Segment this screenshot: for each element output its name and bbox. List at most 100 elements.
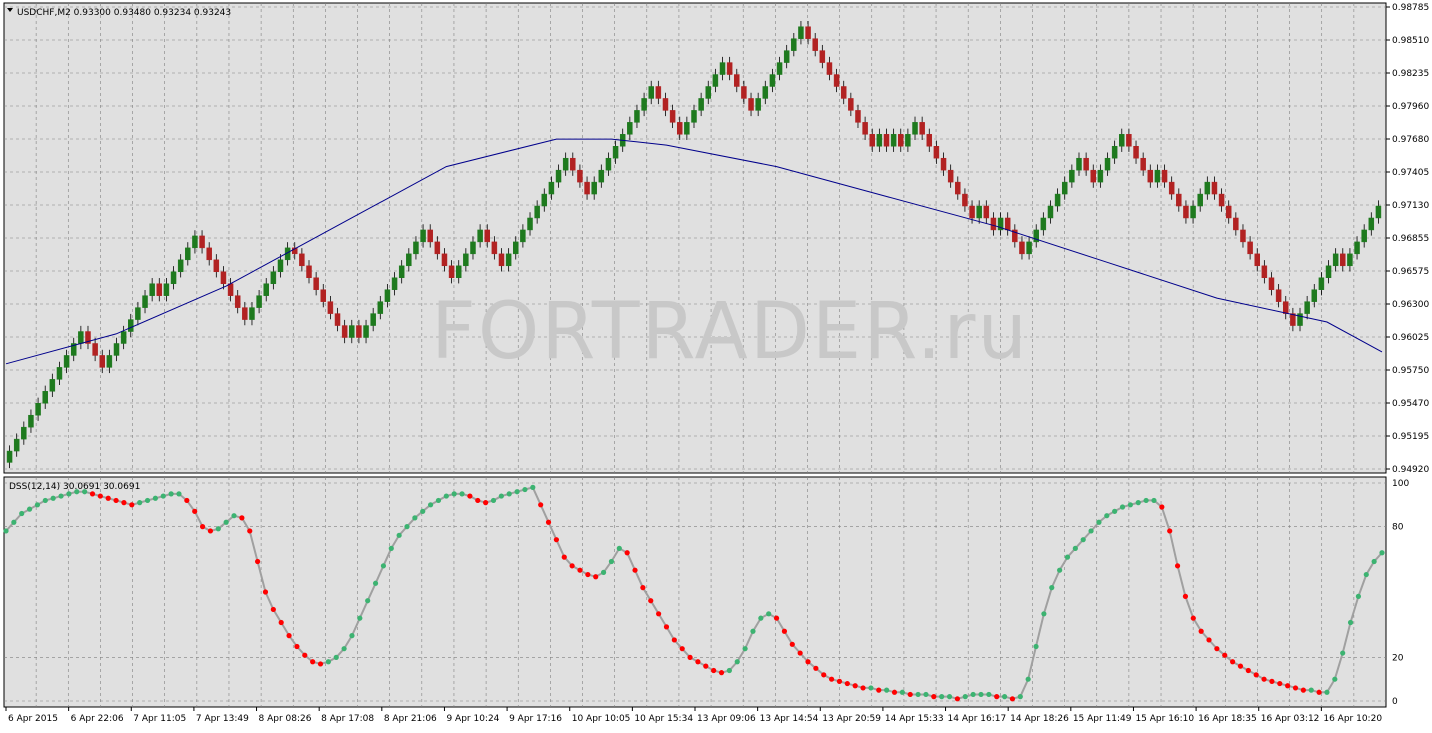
dss-dot-up xyxy=(168,491,174,497)
dss-dot-up xyxy=(962,694,968,700)
candle-up xyxy=(555,169,562,183)
candle-up xyxy=(6,450,13,463)
candle-down xyxy=(1019,241,1025,255)
time-tick-label: 7 Apr 11:05 xyxy=(133,714,186,724)
candle-down xyxy=(1133,146,1139,159)
candle-down xyxy=(741,86,747,99)
candle-down xyxy=(570,157,576,171)
dss-dot-up xyxy=(522,486,528,493)
dss-dot-up xyxy=(490,497,497,504)
candle-up xyxy=(684,122,690,135)
dss-dot-down xyxy=(1230,659,1236,665)
candle-down xyxy=(805,26,811,39)
candle-down xyxy=(1218,193,1225,207)
candle-down xyxy=(983,205,990,219)
dss-dot-down xyxy=(1182,593,1189,599)
candle-down xyxy=(969,205,975,219)
dss-dot-up xyxy=(506,491,512,497)
candle-down xyxy=(577,169,583,183)
candle-up xyxy=(712,74,719,87)
candle-up xyxy=(1190,205,1196,219)
dss-dot-down xyxy=(89,491,96,497)
dss-dot-down xyxy=(624,550,630,556)
candle-up xyxy=(520,229,526,243)
candle-up xyxy=(1311,289,1318,302)
dss-dot-down xyxy=(538,502,544,508)
indicator-tick-label: 100 xyxy=(1392,479,1409,489)
dss-dot-down xyxy=(184,497,190,504)
dss-dot-up xyxy=(1025,676,1031,682)
dss-dot-down xyxy=(1167,528,1173,534)
candle-down xyxy=(1176,193,1182,207)
indicator-label: DSS(12,14) 30.0691 30.0691 xyxy=(9,482,140,492)
candle-down xyxy=(933,146,940,159)
time-tick-label: 16 Apr 10:20 xyxy=(1323,714,1382,724)
candle-down xyxy=(213,259,220,273)
dss-dot-down xyxy=(1222,652,1228,658)
candle-up xyxy=(769,74,776,87)
candle-down xyxy=(234,295,241,308)
dss-dot-up xyxy=(341,646,347,652)
candle-down xyxy=(676,122,683,135)
candle-down xyxy=(1261,265,1268,278)
candle-up xyxy=(762,86,769,99)
dss-dot-down xyxy=(113,497,119,504)
dss-dot-down xyxy=(1009,696,1016,702)
dss-dot-down xyxy=(1159,504,1165,510)
indicator-tick-label: 0 xyxy=(1392,697,1398,707)
candle-up xyxy=(142,295,148,308)
dss-dot-down xyxy=(687,654,693,661)
candle-down xyxy=(748,98,754,111)
candle-down xyxy=(99,355,105,368)
candle-down xyxy=(919,122,925,135)
price-tick-label: 0.97405 xyxy=(1392,168,1429,178)
dss-dot-down xyxy=(483,500,489,506)
price-tick-label: 0.96025 xyxy=(1392,333,1429,343)
watermark: FORTRADER.ru xyxy=(431,287,1029,377)
dss-dot-down xyxy=(781,628,788,634)
dss-dot-up xyxy=(498,493,504,499)
candle-up xyxy=(591,181,597,195)
candle-up xyxy=(113,343,120,356)
candle-up xyxy=(1197,193,1203,207)
dss-dot-down xyxy=(1198,628,1204,634)
candle-down xyxy=(819,50,826,63)
dss-dot-up xyxy=(19,510,25,517)
candle-up xyxy=(776,62,783,75)
candle-up xyxy=(363,325,369,338)
candle-down xyxy=(1004,217,1011,231)
dss-dot-up xyxy=(1127,502,1133,508)
candle-down xyxy=(812,38,818,51)
candle-down xyxy=(655,86,662,99)
candle-up xyxy=(56,367,63,380)
dss-dot-down xyxy=(797,650,803,656)
candle-up xyxy=(705,86,712,99)
dss-dot-down xyxy=(994,694,1000,700)
dss-dot-up xyxy=(946,694,953,700)
candle-down xyxy=(434,241,441,255)
dss-dot-down xyxy=(475,497,481,504)
candle-down xyxy=(1283,301,1289,314)
dss-dot-down xyxy=(545,519,552,525)
candle-down xyxy=(898,134,904,147)
candle-up xyxy=(527,217,533,231)
candle-down xyxy=(199,235,205,249)
candle-down xyxy=(962,193,968,207)
dss-dot-up xyxy=(231,513,237,519)
dss-dot-up xyxy=(26,506,33,512)
dss-dot-down xyxy=(577,567,583,573)
dss-dot-up xyxy=(365,598,371,604)
candle-up xyxy=(541,193,548,207)
candle-up xyxy=(1104,157,1111,171)
candle-up xyxy=(177,259,184,273)
dss-dot-up xyxy=(923,691,929,698)
dss-dot-up xyxy=(1324,689,1330,695)
dss-dot-down xyxy=(310,659,316,665)
candle-up xyxy=(398,265,405,278)
candle-up xyxy=(1119,134,1125,147)
dss-dot-up xyxy=(1355,593,1362,599)
dss-dot-up xyxy=(137,500,143,506)
dss-dot-down xyxy=(593,574,599,580)
price-axis: 0.98785 0.98510 0.98235 0.97960 0.97680 0.974… xyxy=(1386,3,1429,475)
dss-dot-up xyxy=(404,524,410,530)
